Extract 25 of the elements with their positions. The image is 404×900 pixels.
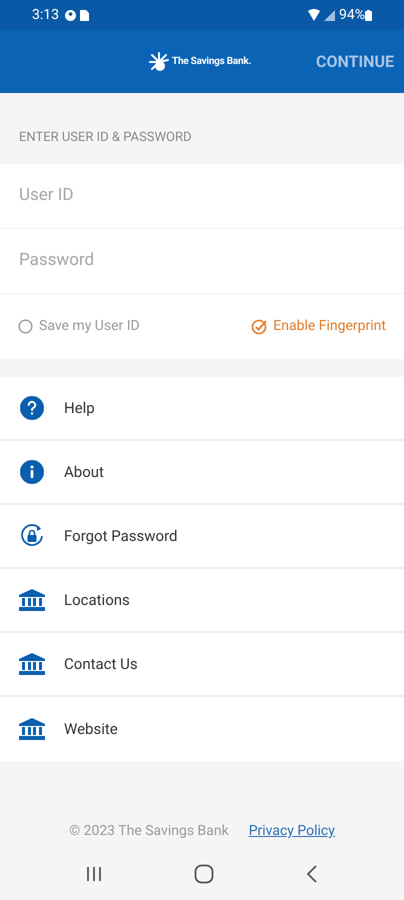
- battery-percent: 94%: [339, 6, 365, 24]
- back-icon[interactable]: [306, 865, 318, 883]
- section-label: ENTER USER ID & PASSWORD: [19, 128, 192, 146]
- wifi-icon: [308, 9, 320, 21]
- user-id-input[interactable]: User ID: [0, 164, 404, 228]
- copyright-text: © 2023 The Savings Bank: [69, 822, 229, 841]
- file-icon: [80, 10, 89, 20]
- bank-icon: [19, 718, 45, 740]
- privacy-policy-link[interactable]: Privacy Policy: [248, 821, 335, 842]
- password-input[interactable]: Password: [0, 229, 404, 293]
- notification-icon: [65, 10, 76, 20]
- home-icon[interactable]: [194, 864, 214, 884]
- bank-icon: [19, 589, 45, 611]
- logo-text: The Savings Bank.: [172, 55, 252, 69]
- check-circle-icon: [251, 318, 268, 334]
- help-icon: [20, 396, 44, 420]
- info-icon: [20, 460, 44, 484]
- signal-icon: [324, 10, 335, 20]
- empty-circle-icon: [18, 319, 33, 334]
- battery-icon: [365, 10, 372, 20]
- logo-icon: [148, 50, 170, 72]
- recent-apps-icon[interactable]: [86, 866, 102, 882]
- status-time: 3:13: [32, 6, 59, 24]
- bank-icon: [19, 653, 45, 675]
- lock-reset-icon: [19, 523, 45, 549]
